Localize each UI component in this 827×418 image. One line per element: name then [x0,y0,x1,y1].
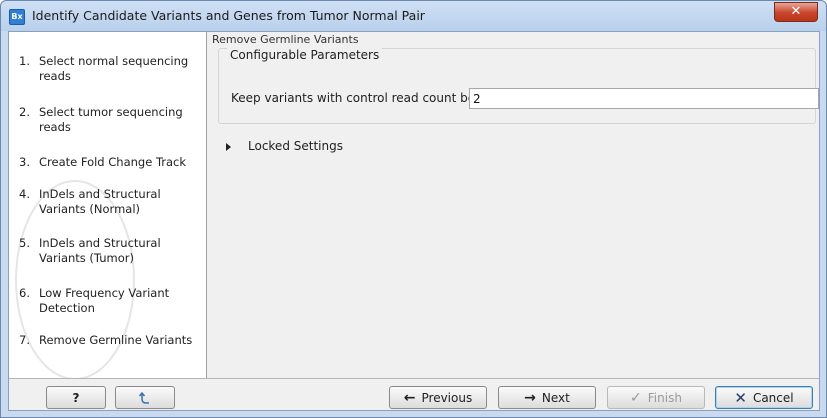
group-title: Configurable Parameters [227,48,383,62]
step-label: Low Frequency Variant Detection [39,286,170,315]
reset-icon [138,391,149,404]
reset-button[interactable] [115,386,175,409]
dialog-body: 1. Select normal sequencing reads 2. Sel… [8,31,820,411]
step-label: InDels and Structural Variants (Normal) [39,187,161,216]
arrow-right-icon: → [524,389,536,406]
app-icon: Bx [9,9,25,25]
expand-triangle-icon [226,143,231,151]
step-label: Remove Germline Variants [39,333,193,347]
close-button[interactable]: ✕ [774,2,818,22]
cancel-label: Cancel [752,390,794,405]
step-label: InDels and Structural Variants (Tumor) [39,236,161,265]
close-x-icon: ✕ [734,388,747,407]
step-number: 3. [19,155,30,169]
previous-button[interactable]: ← Previous [389,386,487,409]
step-number: 7. [19,333,30,347]
finish-label: Finish [647,390,682,405]
step-number: 6. [19,286,30,300]
next-button[interactable]: → Next [498,386,596,409]
step-label: Create Fold Change Track [39,155,187,169]
dialog-window: Bx Identify Candidate Variants and Genes… [0,0,827,418]
wizard-steps-panel: 1. Select normal sequencing reads 2. Sel… [9,32,207,380]
help-button[interactable]: ? [46,386,106,409]
step-label: Select normal sequencing reads [39,54,189,83]
step-label: Select tumor sequencing reads [39,105,183,134]
arrow-left-icon: ← [403,389,416,406]
control-read-count-input[interactable] [469,88,819,109]
step-number: 5. [19,236,30,250]
question-icon: ? [72,390,80,405]
control-read-count-label: Keep variants with control read count be… [231,91,496,105]
finish-button[interactable]: ✓ Finish [607,386,705,409]
close-icon: ✕ [790,4,802,19]
section-title: Remove Germline Variants [212,33,359,46]
step-number: 4. [19,187,30,201]
locked-settings-label: Locked Settings [248,139,343,153]
step-number: 1. [19,54,30,68]
title-bar: Bx Identify Candidate Variants and Genes… [1,1,826,31]
configurable-parameters-group: Configurable Parameters Keep variants wi… [218,48,819,124]
next-label: Next [541,390,570,405]
step-number: 2. [19,105,30,119]
cancel-button[interactable]: ✕ Cancel [715,386,813,409]
previous-label: Previous [421,390,473,405]
window-title: Identify Candidate Variants and Genes fr… [32,8,425,23]
button-bar: ? ← Previous → Next ✓ Finish ✕ Cancel [9,378,819,410]
step-content: Remove Germline Variants Configurable Pa… [208,32,819,378]
checkmark-icon: ✓ [630,389,642,406]
